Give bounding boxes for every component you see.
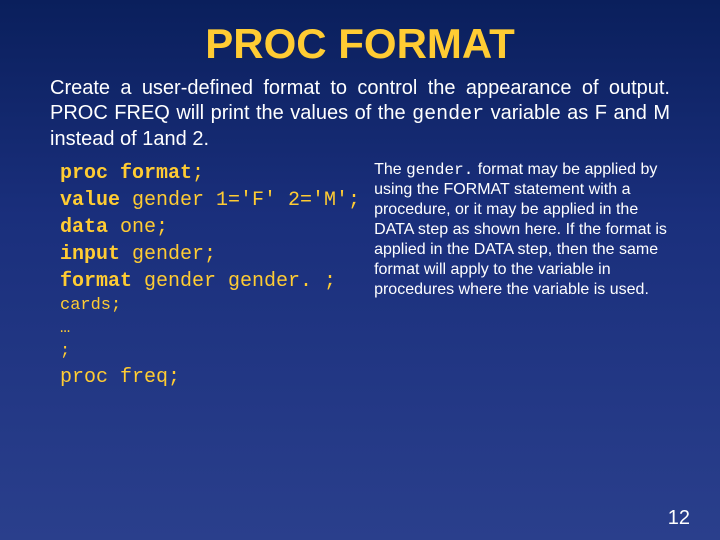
code-proc-freq: proc freq; (60, 364, 360, 391)
code-kw-data: data (60, 216, 108, 239)
code-l5c: gender gender. ; (132, 270, 336, 293)
slide-title: PROC FORMAT (0, 0, 720, 76)
page-number: 12 (668, 507, 690, 530)
content-row: proc format; value gender 1='F' 2='M'; d… (0, 152, 720, 391)
code-l4c: gender; (120, 243, 216, 266)
code-cards: cards; (60, 295, 360, 318)
note-text-post: format may be applied by using the FORMA… (374, 161, 667, 298)
code-kw-input: input (60, 243, 120, 266)
note-inline-code: gender. (406, 161, 473, 179)
side-note: The gender. format may be applied by usi… (374, 160, 670, 391)
code-l3b: one; (108, 216, 168, 239)
code-semicolon: ; (60, 341, 360, 364)
code-block: proc format; value gender 1='F' 2='M'; d… (60, 160, 360, 391)
code-kw-value: value (60, 189, 120, 212)
note-text-pre: The (374, 161, 406, 178)
code-l1b: ; (192, 162, 204, 185)
intro-paragraph: Create a user-defined format to control … (0, 76, 720, 152)
code-kw-format: format (60, 270, 132, 293)
code-l2c: gender 1='F' 2='M'; (120, 189, 360, 212)
code-ellipsis: … (60, 318, 360, 341)
intro-inline-code: gender (412, 103, 484, 126)
code-kw-proc-format: proc format (60, 162, 192, 185)
